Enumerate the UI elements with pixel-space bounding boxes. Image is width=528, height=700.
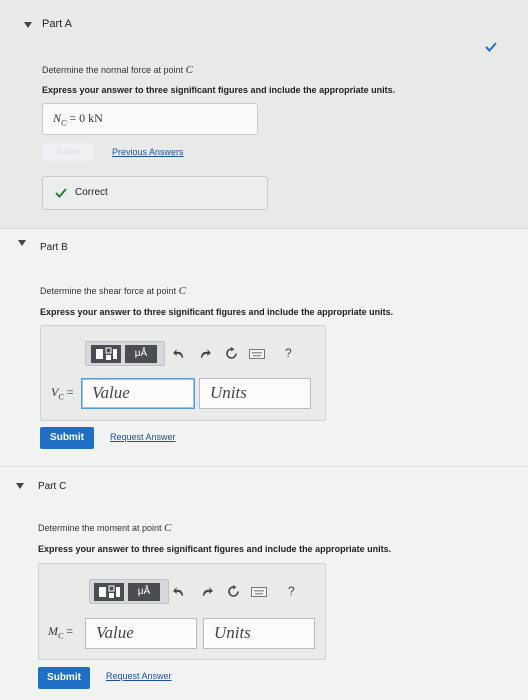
part-b-instruction: Express your answer to three significant… [40,307,394,317]
units-icon[interactable]: μÅ [128,583,160,601]
divider [0,466,528,467]
part-a-title[interactable]: Part A [42,18,72,30]
previous-answers-link[interactable]: Previous Answers [112,147,184,157]
question-point: C [178,285,186,297]
check-icon [55,188,67,198]
part-c-request-answer-link[interactable]: Request Answer [106,671,172,681]
question-point: C [164,522,172,534]
part-a-submit-button: Submit [42,143,94,161]
part-c-title[interactable]: Part C [38,481,66,492]
redo-icon[interactable] [201,586,213,598]
question-text: Determine the moment at point [38,523,165,533]
part-a-instruction: Express your answer to three significant… [42,85,396,95]
part-c-units-input[interactable]: Units [203,618,315,649]
caret-down-icon[interactable] [24,22,32,28]
equals-sign: = [63,624,74,638]
templates-icon[interactable] [94,583,124,601]
part-b-title[interactable]: Part B [40,242,68,253]
question-text: Determine the shear force at point [40,286,179,296]
question-text: Determine the normal force at point [42,65,186,75]
part-c-instruction: Express your answer to three significant… [38,544,392,554]
caret-down-icon[interactable] [18,240,26,246]
part-b-answer-widget: μÅ ? VC = Value Units [40,325,326,421]
part-c-question: Determine the moment at point C [38,522,171,534]
part-b-question: Determine the shear force at point C [40,285,186,297]
part-b-variable-label: VC = [51,385,73,401]
redo-icon[interactable] [199,348,211,360]
part-b-request-answer-link[interactable]: Request Answer [110,432,176,442]
part-a-answer-display: NC = 0 kN [42,103,258,135]
part-a-question: Determine the normal force at point C [42,64,193,76]
part-b-submit-button[interactable]: Submit [40,427,94,449]
keyboard-icon[interactable] [251,587,267,597]
reset-icon[interactable] [227,585,240,598]
variable: M [48,624,58,638]
part-b-value-input[interactable]: Value [81,378,195,409]
reset-icon[interactable] [225,347,238,360]
part-b-units-input[interactable]: Units [199,378,311,409]
divider [0,228,528,229]
help-icon[interactable]: ? [285,346,292,360]
part-c-answer-widget: μÅ ? MC = Value Units [38,563,326,660]
keyboard-icon[interactable] [249,349,265,359]
templates-icon[interactable] [91,345,121,363]
part-c-submit-button[interactable]: Submit [38,667,90,689]
part-c-value-input[interactable]: Value [85,618,197,649]
caret-down-icon[interactable] [16,483,24,489]
units-icon[interactable]: μÅ [125,345,157,363]
part-a-complete-check-icon [485,42,497,52]
correct-label: Correct [75,187,108,198]
page: Part A Determine the normal force at poi… [0,0,528,700]
equals-sign: = [63,385,74,399]
help-icon[interactable]: ? [288,584,295,598]
answer-value: = 0 kN [66,111,103,125]
part-c-variable-label: MC = [48,624,73,640]
correct-feedback: Correct [42,176,268,210]
answer-variable: N [53,111,62,125]
undo-icon[interactable] [173,586,185,598]
undo-icon[interactable] [173,348,185,360]
question-point: C [185,64,193,76]
